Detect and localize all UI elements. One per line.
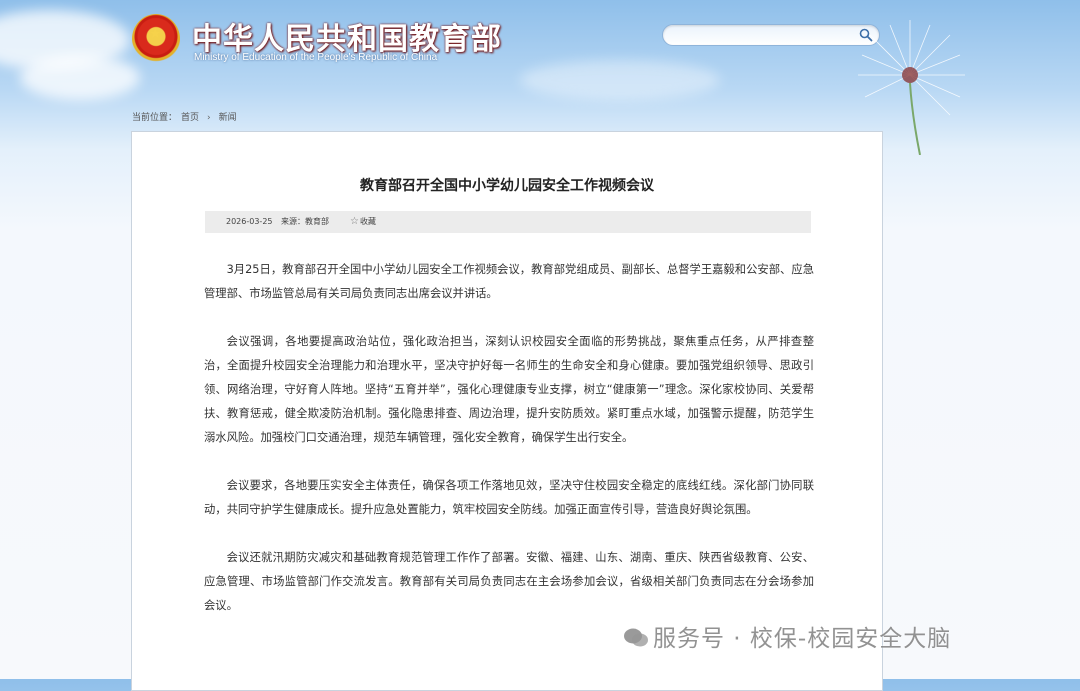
site-subtitle: Ministry of Education of the People's Re… xyxy=(194,52,438,63)
article-paragraph: 会议还就汛期防灾减灾和基础教育规范管理工作作了部署。安徽、福建、山东、湖南、重庆… xyxy=(204,551,814,612)
cloud-decoration xyxy=(20,55,140,100)
breadcrumb-prefix: 当前位置： xyxy=(132,113,178,123)
article-source: 来源：教育部 xyxy=(281,217,329,226)
favorite-button[interactable]: ☆收藏 xyxy=(350,211,376,233)
cloud-decoration xyxy=(520,60,720,100)
article-body: 3月25日，教育部召开全国中小学幼儿园安全工作视频会议，教育部党组成员、副部长、… xyxy=(204,258,814,642)
national-emblem-icon xyxy=(132,14,180,64)
favorite-label: 收藏 xyxy=(359,217,376,226)
search-box xyxy=(662,24,880,46)
article-meta-bar: 2026-03-25 来源：教育部 ☆收藏 xyxy=(205,211,811,233)
article-date: 2026-03-25 xyxy=(226,217,273,226)
article-panel: 教育部召开全国中小学幼儿园安全工作视频会议 2026-03-25 来源：教育部 … xyxy=(131,131,883,691)
article-paragraph: 3月25日，教育部召开全国中小学幼儿园安全工作视频会议，教育部党组成员、副部长、… xyxy=(204,263,814,300)
watermark-text: 服务号 · 校保-校园安全大脑 xyxy=(653,626,952,652)
watermark: 服务号 · 校保-校园安全大脑 xyxy=(623,619,951,653)
search-input[interactable] xyxy=(675,27,855,45)
breadcrumb: 当前位置： 首页 › 新闻 xyxy=(132,110,237,123)
breadcrumb-home-link[interactable]: 首页 xyxy=(181,113,199,123)
star-icon: ☆ xyxy=(350,216,359,227)
wechat-icon xyxy=(624,628,648,647)
article-paragraph: 会议强调，各地要提高政治站位，强化政治担当，深刻认识校园安全面临的形势挑战，聚焦… xyxy=(204,335,814,444)
article-title: 教育部召开全国中小学幼儿园安全工作视频会议 xyxy=(360,178,654,194)
article-paragraph: 会议要求，各地要压实安全主体责任，确保各项工作落地见效，坚决守住校园安全稳定的底… xyxy=(204,479,814,516)
breadcrumb-current-link[interactable]: 新闻 xyxy=(219,113,237,123)
breadcrumb-separator: › xyxy=(207,113,211,123)
